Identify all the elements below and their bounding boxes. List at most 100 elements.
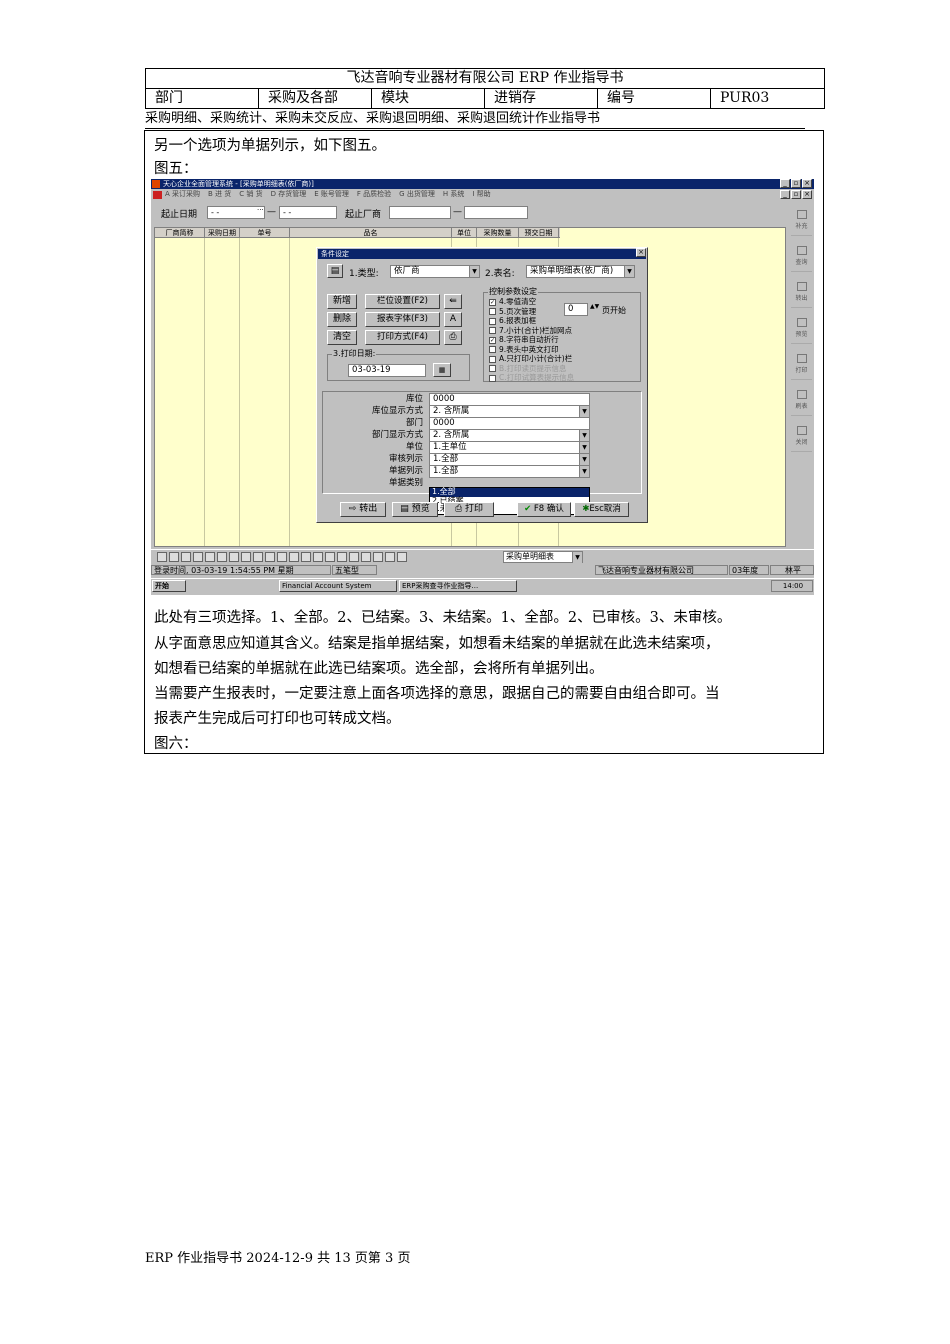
column-settings-icon[interactable]: ⇚ — [444, 294, 462, 309]
delete-button[interactable]: 删除 — [327, 312, 357, 327]
calculator-icon[interactable] — [205, 552, 215, 562]
list-icon[interactable] — [325, 552, 335, 562]
checkbox-box[interactable] — [489, 365, 496, 372]
checkbox-page-hint[interactable]: B.打印读页提示信息 — [489, 364, 567, 373]
restore-icon[interactable]: ▫ — [791, 179, 801, 188]
minimize-icon[interactable]: _ — [780, 190, 790, 199]
type-icon[interactable]: ▤ — [327, 264, 343, 278]
menu-item[interactable]: C 销 货 — [239, 189, 262, 200]
column-settings-button[interactable]: 栏位设置(F2) — [365, 294, 440, 309]
tool-print[interactable]: 打印 — [791, 350, 812, 380]
close-icon[interactable]: × — [802, 190, 812, 199]
type-select[interactable]: 依厂商 ▼ — [390, 265, 480, 278]
menu-item[interactable]: D 存货管理 — [271, 189, 307, 200]
document-list-select[interactable]: 1.全部 ▼ — [429, 465, 590, 478]
chevron-down-icon[interactable]: ▼ — [579, 454, 589, 465]
menu-item[interactable]: H 系统 — [443, 189, 465, 200]
checkbox-page-manage[interactable]: 5.页次管理 — [489, 307, 536, 316]
vendor-to-input[interactable] — [464, 206, 528, 219]
exit-icon[interactable] — [397, 552, 407, 562]
clip-icon[interactable] — [349, 552, 359, 562]
chart-icon[interactable] — [193, 552, 203, 562]
vendor-from-input[interactable] — [389, 206, 451, 219]
tool-export[interactable]: 转出 — [791, 278, 812, 308]
tool-refresh[interactable]: 刷表 — [791, 386, 812, 416]
menu-item[interactable]: F 品质检验 — [357, 189, 391, 200]
minimize-icon[interactable]: _ — [780, 179, 790, 188]
grid-col-header[interactable]: 采购数量 — [477, 228, 519, 238]
checkbox-box[interactable]: ✓ — [489, 298, 496, 306]
chevron-down-icon[interactable]: ▼ — [579, 466, 589, 477]
chevron-down-icon[interactable]: ▼ — [579, 442, 589, 453]
info-icon[interactable] — [301, 552, 311, 562]
menu-item[interactable]: A 采订采购 — [165, 189, 200, 200]
tool-preview[interactable]: 预览 — [791, 314, 812, 344]
tool-supplement[interactable]: 补充 — [791, 206, 812, 236]
checkbox-box[interactable] — [489, 327, 496, 334]
checkbox-zero-clear[interactable]: ✓ 4.零值清空 — [489, 297, 536, 306]
preview-button[interactable]: ▤ 预览 — [392, 502, 438, 517]
folder-icon[interactable] — [253, 552, 263, 562]
clear-button[interactable]: 清空 — [327, 330, 357, 345]
cancel-button[interactable]: ✱Esc取消 — [574, 502, 629, 517]
help-icon[interactable] — [289, 552, 299, 562]
user-icon[interactable] — [385, 552, 395, 562]
export-button[interactable]: ⇨ 转出 — [340, 502, 386, 517]
chevron-down-icon[interactable]: ▼ — [469, 266, 479, 277]
print-date-input[interactable]: 03-03-19 — [348, 364, 426, 377]
checkbox-subtotal-only[interactable]: A.只打印小计(合计)栏 — [489, 354, 572, 363]
printer-icon[interactable] — [229, 552, 239, 562]
arrow-icon[interactable] — [277, 552, 287, 562]
chevron-down-icon[interactable]: ▼ — [579, 430, 589, 441]
checkbox-auto-wrap[interactable]: ✓ 8.字符串自动折行 — [489, 335, 559, 344]
close-icon[interactable]: × — [802, 179, 812, 188]
calendar-icon[interactable]: ▦ — [433, 363, 451, 377]
phone-icon[interactable] — [169, 552, 179, 562]
spinner-icon[interactable]: ▲▼ — [590, 303, 599, 310]
chevron-down-icon[interactable]: ▼ — [572, 552, 582, 563]
checkbox-box[interactable]: ✓ — [489, 336, 496, 344]
font-icon[interactable]: A — [444, 312, 462, 327]
checkbox-subtotal-dots[interactable]: 7.小计(合计)栏加网点 — [489, 326, 572, 335]
tool-close[interactable]: 关闭 — [791, 422, 812, 452]
window-icon[interactable] — [337, 552, 347, 562]
globe-icon[interactable] — [313, 552, 323, 562]
home-icon[interactable] — [181, 552, 191, 562]
tool-query[interactable]: 查询 — [791, 242, 812, 272]
menu-item[interactable]: G 出货管理 — [399, 189, 435, 200]
disk-icon[interactable] — [265, 552, 275, 562]
grid-col-header[interactable]: 单位 — [452, 228, 477, 238]
glasses-icon[interactable] — [241, 552, 251, 562]
calendar-icon[interactable]: ··· — [257, 206, 264, 214]
restore-icon[interactable]: ▫ — [791, 190, 801, 199]
document-icon[interactable] — [217, 552, 227, 562]
grid-col-header[interactable]: 品名 — [290, 228, 452, 238]
add-button[interactable]: 新增 — [327, 294, 357, 309]
checkbox-box[interactable] — [489, 317, 496, 325]
print-mode-button[interactable]: 打印方式(F4) — [365, 330, 440, 345]
grid-col-header[interactable]: 采购日期 — [205, 228, 240, 238]
close-icon[interactable]: × — [636, 248, 646, 257]
grid-col-header[interactable]: 厂商简称 — [155, 228, 205, 238]
tag-icon[interactable] — [373, 552, 383, 562]
book-icon[interactable] — [157, 552, 167, 562]
print-mode-icon[interactable]: ⎙ — [444, 330, 462, 345]
ime-indicator[interactable]: 五笔型 — [332, 565, 377, 575]
print-button[interactable]: ⎙ 打印 — [444, 502, 494, 517]
task-financial-account[interactable]: Financial Account System — [279, 580, 397, 592]
grid-col-header[interactable]: 预交日期 — [519, 228, 559, 238]
checkbox-box[interactable] — [489, 355, 496, 363]
task-erp-guide[interactable]: ERP采购查寻作业指导... — [399, 580, 517, 592]
checkbox-report-frame[interactable]: 6.报表加框 — [489, 316, 536, 325]
chevron-down-icon[interactable]: ▼ — [579, 406, 589, 417]
report-select[interactable]: 采购单明细表 ▼ — [503, 551, 583, 563]
checkbox-bilingual-header[interactable]: 9.表头中英文打印 — [489, 345, 559, 354]
checkbox-trial-hint[interactable]: C.打印试算表提示信息 — [489, 373, 574, 382]
date-to-input[interactable]: - - — [279, 206, 337, 219]
table-select[interactable]: 采购单明细表(依厂商) ▼ — [526, 265, 635, 278]
menu-item[interactable]: E 账号管理 — [314, 189, 349, 200]
menu-item[interactable]: B 进 货 — [208, 189, 231, 200]
chevron-down-icon[interactable]: ▼ — [624, 266, 634, 277]
grid-col-header[interactable]: 单号 — [240, 228, 290, 238]
page-start-input[interactable]: 0 — [564, 303, 588, 316]
